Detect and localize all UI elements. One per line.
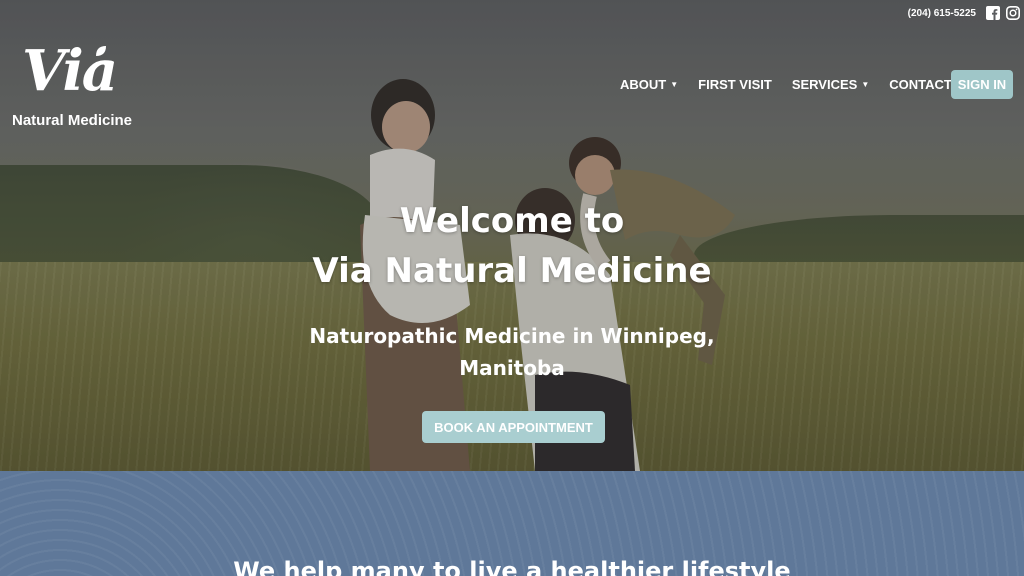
nav-item-label: ABOUT bbox=[620, 77, 667, 92]
main-nav: ABOUT ▼ FIRST VISIT SERVICES ▼ CONTACT bbox=[620, 70, 972, 99]
nav-item-label: CONTACT bbox=[889, 77, 952, 92]
nav-item-contact[interactable]: CONTACT bbox=[889, 77, 952, 92]
nav-item-services[interactable]: SERVICES ▼ bbox=[792, 77, 869, 92]
logo-subtitle: Natural Medicine bbox=[12, 112, 133, 129]
sign-in-button[interactable]: SIGN IN bbox=[951, 70, 1013, 99]
hero-title: Welcome to Via Natural Medicine bbox=[0, 196, 1024, 296]
site-logo[interactable]: Via Natural Medicine bbox=[12, 38, 152, 135]
nav-item-label: SERVICES bbox=[791, 77, 858, 92]
nav-item-first-visit[interactable]: FIRST VISIT bbox=[698, 77, 772, 92]
hero-subtitle: Naturopathic Medicine in Winnipeg, Manit… bbox=[0, 320, 1024, 384]
intro-section: We help many to live a healthier lifesty… bbox=[0, 471, 1024, 576]
hero-title-line2: Via Natural Medicine bbox=[312, 251, 712, 291]
caret-down-icon: ▼ bbox=[670, 80, 679, 89]
top-contact-bar: (204) 615-5225 bbox=[908, 6, 1020, 20]
nav-item-about[interactable]: ABOUT ▼ bbox=[620, 77, 678, 92]
hero-title-line1: Welcome to bbox=[399, 201, 625, 241]
nav-item-label: FIRST VISIT bbox=[698, 77, 772, 92]
phone-number[interactable]: (204) 615-5225 bbox=[908, 8, 976, 19]
instagram-icon[interactable] bbox=[1006, 6, 1020, 20]
book-appointment-button[interactable]: BOOK AN APPOINTMENT bbox=[422, 411, 605, 443]
hero-subtitle-line1: Naturopathic Medicine in Winnipeg, bbox=[309, 324, 715, 348]
facebook-icon[interactable] bbox=[986, 6, 1000, 20]
hero-subtitle-line2: Manitoba bbox=[459, 356, 565, 380]
section-heading: We help many to live a healthier lifesty… bbox=[233, 557, 791, 576]
caret-down-icon: ▼ bbox=[861, 80, 870, 89]
leaf-icon bbox=[96, 46, 106, 56]
